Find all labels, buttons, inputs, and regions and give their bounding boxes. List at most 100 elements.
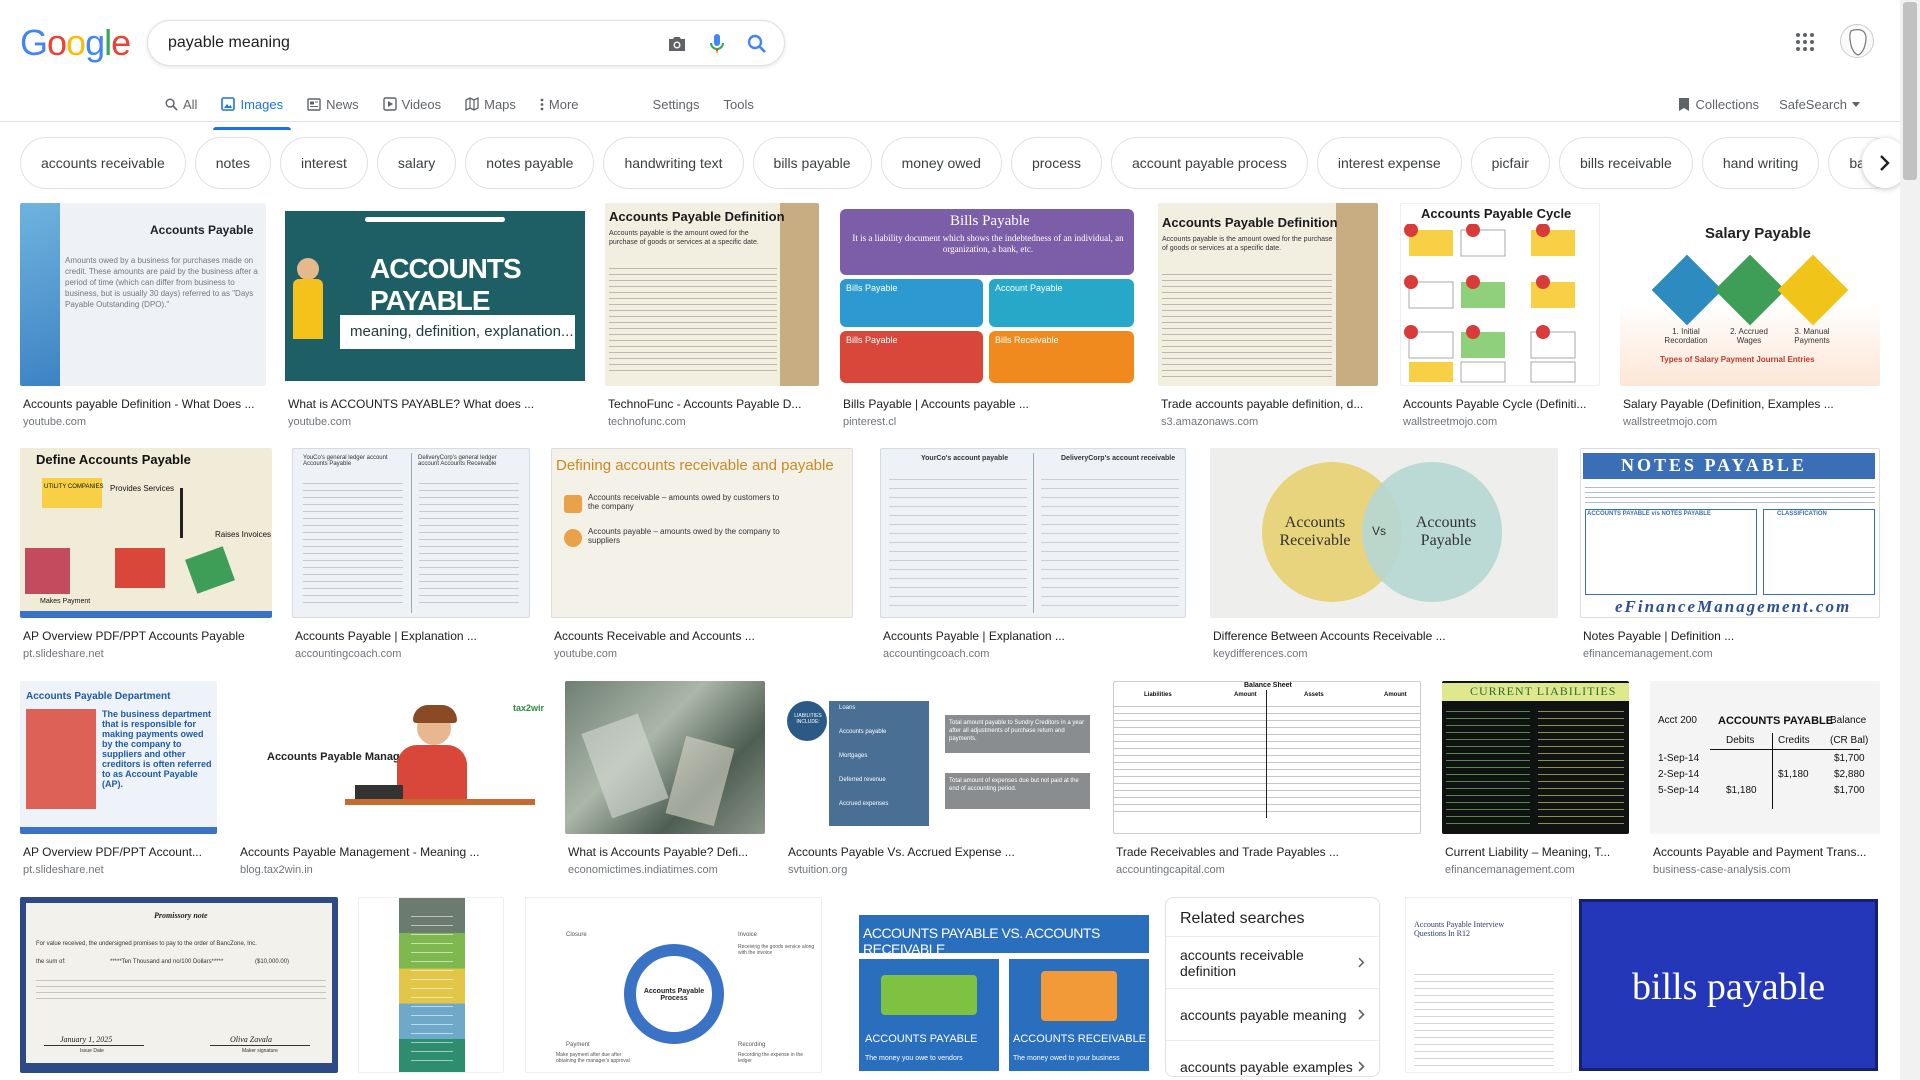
image-result[interactable]: Define Accounts Payable UTILITY COMPANIE… <box>20 448 272 660</box>
result-thumbnail: Salary Payable 1. Initial Recordation 2.… <box>1620 203 1880 386</box>
thumb-text: For value received, the undersigned prom… <box>36 941 257 947</box>
result-title: Notes Payable | Definition ... <box>1583 629 1735 643</box>
tab-maps[interactable]: Maps <box>465 88 516 120</box>
image-result[interactable]: Accounts Payable Cycle Accounts Payable … <box>1400 203 1600 428</box>
camera-icon[interactable] <box>666 33 688 55</box>
result-thumbnail: YouCo's general ledger account Accounts … <box>292 448 530 618</box>
avatar[interactable] <box>1840 24 1874 58</box>
result-thumbnail: LIABILITIES INCLUDE: Loans Accounts paya… <box>785 681 1093 834</box>
image-result[interactable] <box>358 897 504 1073</box>
image-result[interactable]: Defining accounts receivable and payable… <box>551 448 853 660</box>
image-result[interactable]: Acct 200 ACCOUNTS PAYABLE Balance Debits… <box>1650 681 1880 876</box>
image-result[interactable]: Accounts Payable Management tax2win Acco… <box>237 681 544 876</box>
tab-images[interactable]: Images <box>213 88 291 130</box>
result-title: Bills Payable | Accounts payable ... <box>843 397 1029 411</box>
result-thumbnail: NOTES PAYABLE ACCOUNTS PAYABLE v/s NOTES… <box>1580 448 1880 618</box>
image-result[interactable]: Balance Sheet Liabilities Amount Assets … <box>1113 681 1421 876</box>
result-title: Difference Between Accounts Receivable .… <box>1213 629 1446 643</box>
image-result[interactable]: CURRENT LIABILITIES Current Liability – … <box>1442 681 1629 876</box>
page-scrollbar[interactable] <box>1900 0 1920 1080</box>
tools-link[interactable]: Tools <box>724 88 754 120</box>
tab-videos[interactable]: Videos <box>382 88 441 120</box>
related-search-item[interactable]: accounts payable examples <box>1166 1040 1379 1076</box>
chip[interactable]: hand writing <box>1701 137 1820 189</box>
chips-next-button[interactable] <box>1862 138 1900 188</box>
thumb-label: ACCOUNTS RECEIVABLE <box>1013 1033 1147 1045</box>
chip[interactable]: bills payable <box>752 137 872 189</box>
result-thumbnail: Define Accounts Payable UTILITY COMPANIE… <box>20 448 272 618</box>
result-source: youtube.com <box>288 416 351 428</box>
image-result[interactable]: What is Accounts Payable? Defi... econom… <box>565 681 765 876</box>
microphone-icon[interactable] <box>706 33 728 55</box>
search-input[interactable] <box>166 31 626 55</box>
image-result[interactable]: Accounts Payable Definition Accounts pay… <box>1158 203 1378 428</box>
chip[interactable]: interest expense <box>1316 137 1462 189</box>
image-result[interactable]: NOTES PAYABLE ACCOUNTS PAYABLE v/s NOTES… <box>1580 448 1880 660</box>
apps-grid-icon[interactable] <box>1795 32 1819 56</box>
tab-news[interactable]: News <box>307 88 359 120</box>
chip[interactable]: notes <box>194 137 271 189</box>
safesearch-dropdown[interactable]: SafeSearch <box>1779 88 1860 120</box>
image-result[interactable]: ACCOUNTS PAYABLE meaning, definition, ex… <box>285 203 585 428</box>
image-result[interactable]: LIABILITIES INCLUDE: Loans Accounts paya… <box>785 681 1093 876</box>
image-result[interactable]: Bills Payable It is a liability document… <box>840 203 1134 428</box>
thumb-box: Bills Payable <box>846 283 898 293</box>
chip[interactable]: process <box>1010 137 1103 189</box>
result-source: wallstreetmojo.com <box>1623 416 1718 428</box>
thumb-label: $1,180 <box>1726 785 1757 796</box>
result-title: AP Overview PDF/PPT Account... <box>23 845 202 859</box>
image-result[interactable]: bills payable <box>1577 897 1880 1073</box>
google-logo[interactable]: Google <box>20 25 131 61</box>
result-source: youtube.com <box>23 416 86 428</box>
chip[interactable]: account payable process <box>1111 137 1308 189</box>
related-search-label: accounts payable examples <box>1180 1058 1353 1075</box>
result-title: Trade accounts payable definition, d... <box>1161 397 1364 411</box>
image-result[interactable]: Accounts Payable Definition Accounts pay… <box>605 203 819 428</box>
chip[interactable]: interest <box>280 137 368 189</box>
thumb-heading: ACCOUNTS PAYABLE VS. ACCOUNTS RECEIVABLE <box>863 925 1100 957</box>
thumb-label: Accounts receivable – amounts owed by cu… <box>588 493 780 511</box>
scrollbar-thumb[interactable] <box>1903 2 1917 180</box>
tab-all[interactable]: All <box>165 88 197 120</box>
result-source: technofunc.com <box>608 416 686 428</box>
thumb-label: Maker signature <box>242 1048 278 1054</box>
search-icon[interactable] <box>746 33 768 55</box>
image-result[interactable]: ACCOUNTS PAYABLE VS. ACCOUNTS RECEIVABLE… <box>845 897 1165 1073</box>
image-result[interactable]: Accounts Payable Interview Questions In … <box>1405 897 1572 1073</box>
result-title: TechnoFunc - Accounts Payable D... <box>608 397 802 411</box>
chip[interactable]: handwriting text <box>603 137 744 189</box>
image-result[interactable]: Accounts Payable Department The business… <box>20 681 217 876</box>
image-result[interactable]: Accounts Receivable Vs Accounts Payable … <box>1210 448 1558 660</box>
collections-link[interactable]: Collections <box>1678 88 1759 120</box>
thumb-label: Balance <box>1830 715 1867 726</box>
related-search-label: accounts payable meaning <box>1180 1006 1347 1023</box>
chip[interactable]: salary <box>376 137 457 189</box>
thumb-label: Loans <box>839 705 856 711</box>
image-result[interactable]: Accounts Payable Amounts owed by a busin… <box>20 203 266 428</box>
tab-more[interactable]: More <box>540 88 579 120</box>
image-result[interactable]: Accounts Payable Process Closure Invoice… <box>525 897 822 1073</box>
result-source: pt.slideshare.net <box>23 864 104 876</box>
result-title: Accounts Payable Cycle (Definiti... <box>1403 397 1587 411</box>
chip[interactable]: accounts receivable <box>20 137 186 189</box>
image-result[interactable]: Promissory note For value received, the … <box>20 897 338 1073</box>
chip[interactable]: notes payable <box>465 137 595 189</box>
thumb-heading: Accounts Payable Definition <box>609 209 785 224</box>
image-result[interactable]: YourCo's account payable DeliveryCorp's … <box>880 448 1186 660</box>
result-title: Trade Receivables and Trade Payables ... <box>1116 845 1340 859</box>
image-result[interactable]: Salary Payable 1. Initial Recordation 2.… <box>1620 203 1880 428</box>
image-result[interactable]: YouCo's general ledger account Accounts … <box>292 448 530 660</box>
thumb-label: Deferred revenue <box>839 777 886 783</box>
related-search-item[interactable]: accounts receivable definition <box>1166 936 1379 988</box>
chip[interactable]: bills receivable <box>1558 137 1693 189</box>
settings-link[interactable]: Settings <box>653 88 700 120</box>
thumb-label: Accounts Payable <box>1415 514 1477 549</box>
result-source: svtuition.org <box>788 864 848 876</box>
chip[interactable]: picfair <box>1470 137 1550 189</box>
thumb-heading: CURRENT LIABILITIES <box>1470 684 1617 698</box>
chip[interactable]: money owed <box>880 137 1002 189</box>
related-search-item[interactable]: accounts payable meaning <box>1166 988 1379 1040</box>
thumb-label: CLASSIFICATION <box>1777 511 1827 517</box>
thumb-label: Recording the expense in the ledger <box>738 1052 804 1064</box>
result-thumbnail: Accounts Payable Process Closure Invoice… <box>525 897 822 1073</box>
